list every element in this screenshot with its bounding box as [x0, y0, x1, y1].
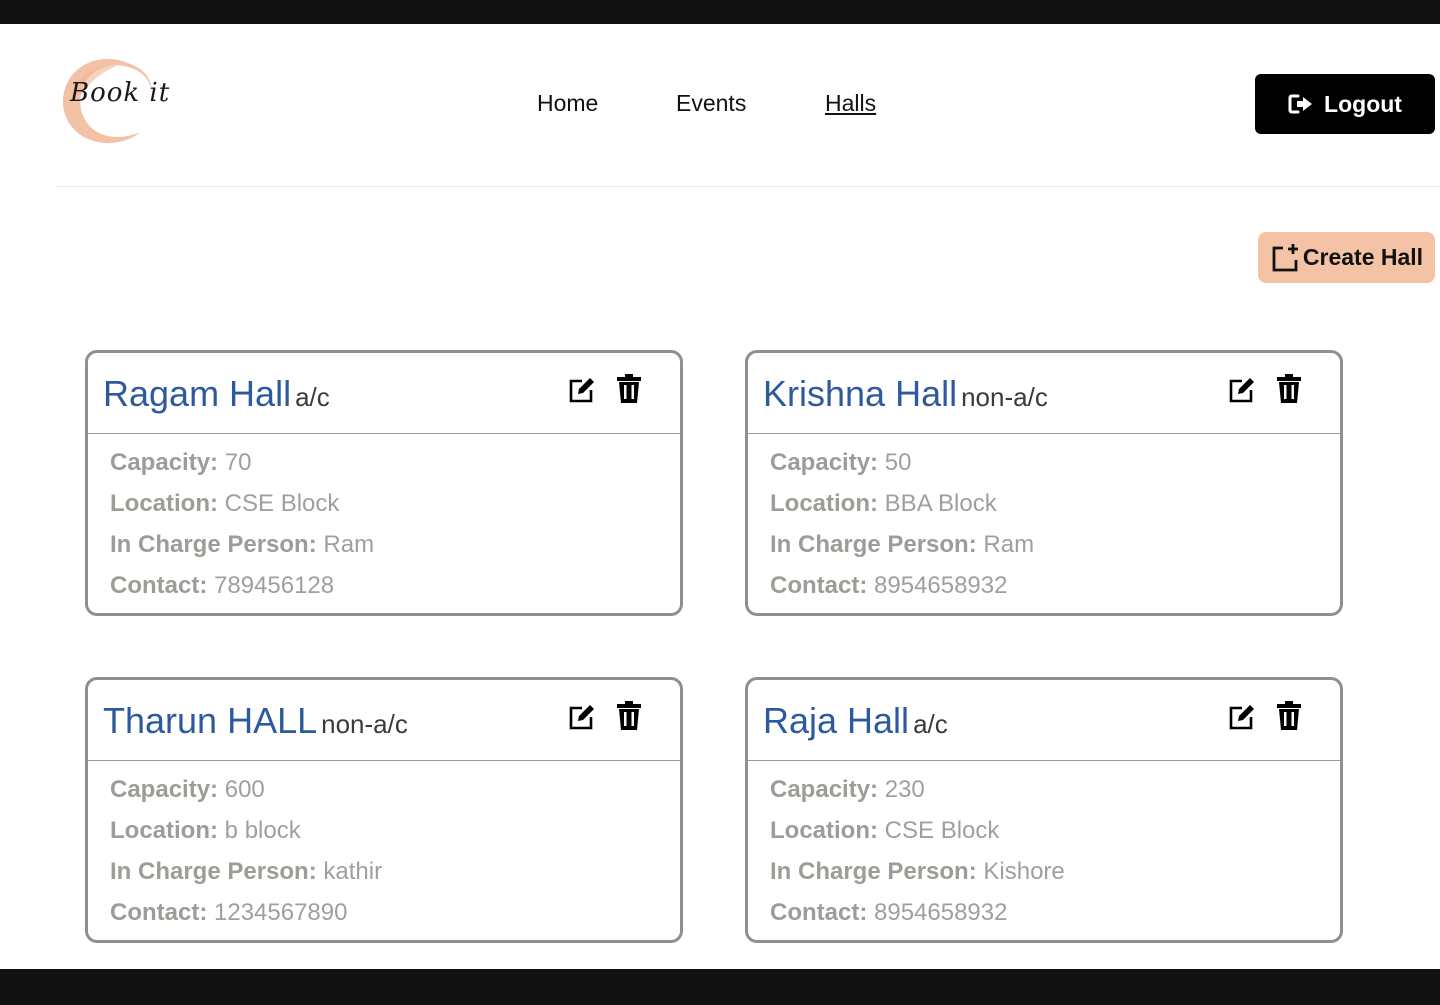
in-charge-row: In Charge Person: Kishore — [770, 855, 1340, 896]
capacity-row: Capacity: 230 — [770, 773, 1340, 814]
in-charge-value: Kishore — [983, 858, 1065, 885]
capacity-value: 600 — [224, 776, 265, 803]
hall-type: a/c — [295, 382, 330, 412]
hall-card: Tharun HALL non-a/c Capacity: 600 Locatio… — [85, 677, 683, 943]
header-divider — [55, 186, 1440, 187]
create-hall-button[interactable]: Create Hall — [1258, 232, 1435, 283]
hall-name: Ragam Hall — [103, 373, 292, 414]
in-charge-label: In Charge Person: — [770, 858, 977, 885]
location-label: Location: — [110, 817, 218, 844]
hall-type: a/c — [913, 709, 948, 739]
location-value: BBA Block — [884, 490, 997, 517]
contact-row: Contact: 8954658932 — [770, 569, 1340, 610]
main-nav: Home Events Halls — [0, 90, 1440, 120]
capacity-label: Capacity: — [110, 449, 219, 476]
nav-events[interactable]: Events — [676, 90, 746, 117]
trash-icon[interactable] — [616, 374, 642, 404]
edit-icon[interactable] — [1228, 703, 1256, 731]
hall-name: Tharun HALL — [103, 700, 318, 741]
logout-icon — [1288, 94, 1313, 114]
in-charge-value: kathir — [323, 858, 383, 885]
contact-label: Contact: — [110, 899, 208, 926]
logout-label: Logout — [1324, 90, 1402, 117]
hall-type: non-a/c — [961, 382, 1048, 412]
location-row: Location: BBA Block — [770, 487, 1340, 528]
capacity-row: Capacity: 70 — [110, 446, 680, 487]
location-value: CSE Block — [224, 490, 340, 517]
in-charge-value: Ram — [983, 531, 1035, 558]
location-row: Location: b block — [110, 814, 680, 855]
hall-type: non-a/c — [321, 709, 408, 739]
contact-label: Contact: — [770, 572, 868, 599]
hall-card-header: Krishna Hall non-a/c — [748, 353, 1340, 434]
hall-title: Krishna Hall non-a/c — [763, 373, 1048, 415]
hall-title: Ragam Hall a/c — [103, 373, 330, 415]
nav-home[interactable]: Home — [537, 90, 598, 117]
contact-label: Contact: — [110, 572, 208, 599]
capacity-row: Capacity: 50 — [770, 446, 1340, 487]
contact-value: 8954658932 — [874, 899, 1008, 926]
trash-icon[interactable] — [616, 701, 642, 731]
trash-icon[interactable] — [1276, 374, 1302, 404]
location-row: Location: CSE Block — [110, 487, 680, 528]
in-charge-row: In Charge Person: Ram — [770, 528, 1340, 569]
top-bar — [0, 0, 1440, 24]
capacity-value: 70 — [224, 449, 252, 476]
in-charge-label: In Charge Person: — [770, 531, 977, 558]
location-label: Location: — [110, 490, 218, 517]
location-row: Location: CSE Block — [770, 814, 1340, 855]
bottom-bar — [0, 969, 1440, 1005]
trash-icon[interactable] — [1276, 701, 1302, 731]
logout-button[interactable]: Logout — [1255, 74, 1435, 134]
contact-row: Contact: 1234567890 — [110, 896, 680, 937]
edit-icon[interactable] — [1228, 376, 1256, 404]
capacity-label: Capacity: — [770, 776, 879, 803]
location-value: CSE Block — [884, 817, 1000, 844]
hall-card-header: Tharun HALL non-a/c — [88, 680, 680, 761]
edit-icon[interactable] — [568, 376, 596, 404]
hall-card: Ragam Hall a/c Capacity: 70 Location: CSE… — [85, 350, 683, 616]
contact-value: 8954658932 — [874, 572, 1008, 599]
add-calendar-icon — [1272, 243, 1298, 271]
contact-row: Contact: 8954658932 — [770, 896, 1340, 937]
capacity-label: Capacity: — [110, 776, 219, 803]
hall-title: Raja Hall a/c — [763, 700, 948, 742]
hall-details: Capacity: 600 Location: b block In Charg… — [88, 761, 680, 937]
nav-halls[interactable]: Halls — [825, 90, 876, 117]
hall-card: Raja Hall a/c Capacity: 230 Location: CSE… — [745, 677, 1343, 943]
edit-icon[interactable] — [568, 703, 596, 731]
in-charge-row: In Charge Person: kathir — [110, 855, 680, 896]
location-value: b block — [224, 817, 301, 844]
hall-card-header: Ragam Hall a/c — [88, 353, 680, 434]
hall-details: Capacity: 230 Location: CSE Block In Cha… — [748, 761, 1340, 937]
hall-name: Krishna Hall — [763, 373, 958, 414]
hall-card-header: Raja Hall a/c — [748, 680, 1340, 761]
create-hall-label: Create Hall — [1302, 244, 1424, 270]
hall-details: Capacity: 50 Location: BBA Block In Char… — [748, 434, 1340, 610]
location-label: Location: — [770, 490, 878, 517]
hall-details: Capacity: 70 Location: CSE Block In Char… — [88, 434, 680, 610]
in-charge-label: In Charge Person: — [110, 531, 317, 558]
in-charge-row: In Charge Person: Ram — [110, 528, 680, 569]
in-charge-label: In Charge Person: — [110, 858, 317, 885]
contact-value: 789456128 — [214, 572, 335, 599]
capacity-row: Capacity: 600 — [110, 773, 680, 814]
in-charge-value: Ram — [323, 531, 375, 558]
capacity-value: 230 — [884, 776, 925, 803]
contact-label: Contact: — [770, 899, 868, 926]
contact-value: 1234567890 — [214, 899, 348, 926]
capacity-label: Capacity: — [770, 449, 879, 476]
hall-name: Raja Hall — [763, 700, 910, 741]
contact-row: Contact: 789456128 — [110, 569, 680, 610]
capacity-value: 50 — [884, 449, 912, 476]
hall-title: Tharun HALL non-a/c — [103, 700, 408, 742]
hall-card: Krishna Hall non-a/c Capacity: 50 Locatio… — [745, 350, 1343, 616]
location-label: Location: — [770, 817, 878, 844]
